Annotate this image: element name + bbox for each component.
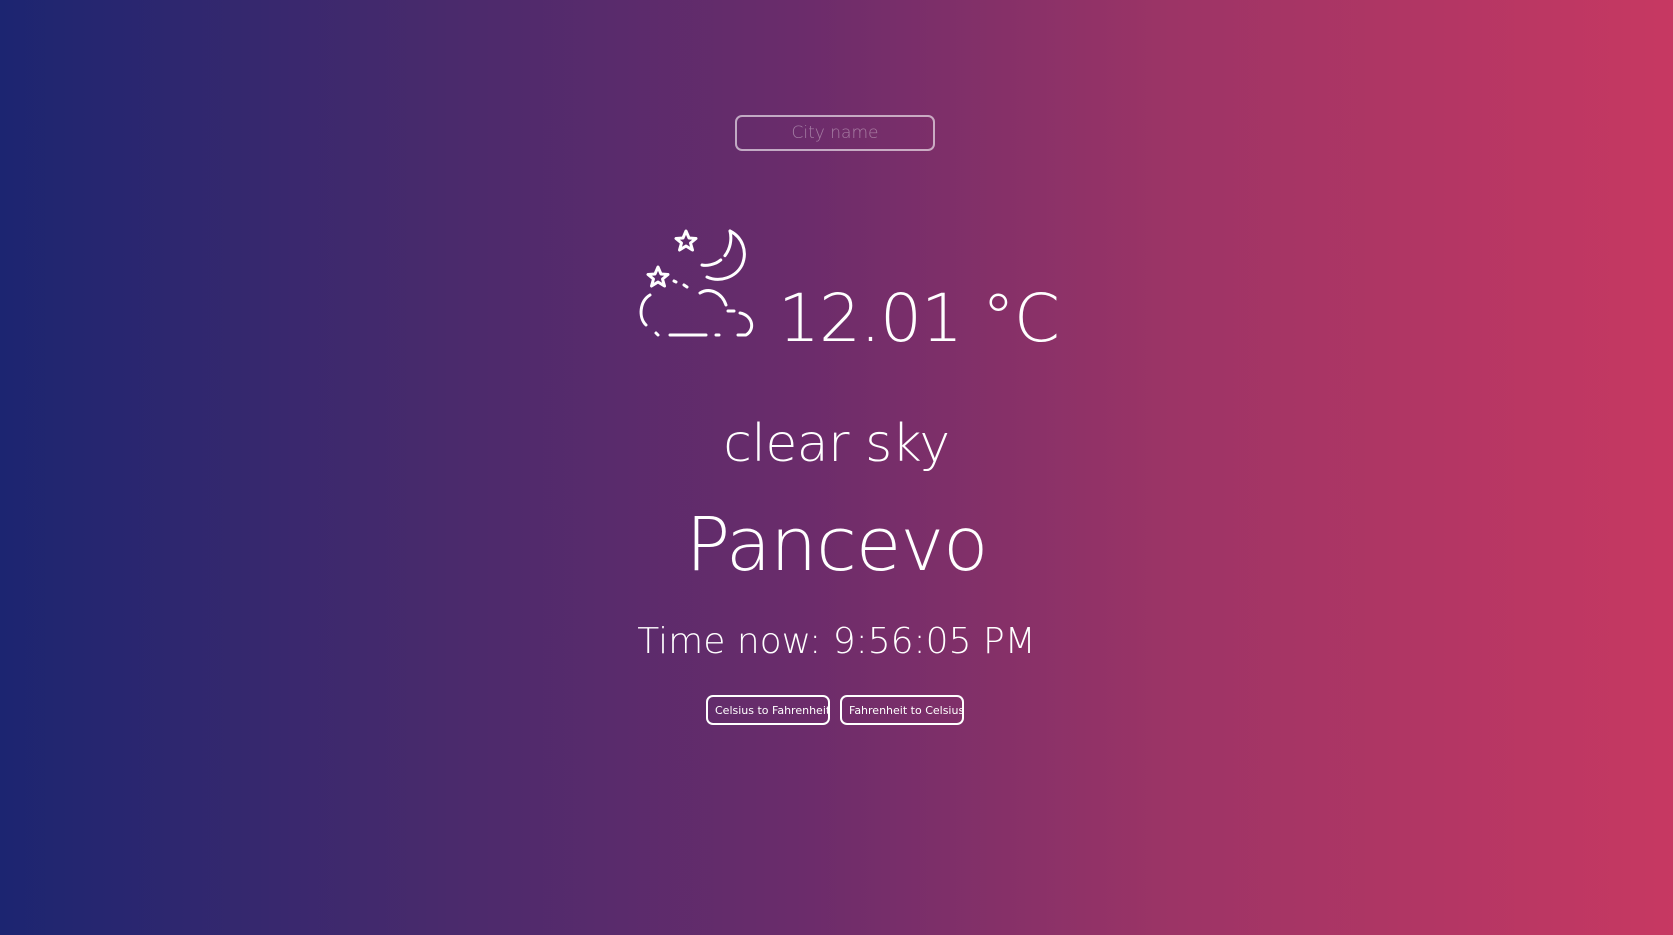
temperature-value: 12.01 °C <box>778 280 1060 357</box>
weather-description: clear sky <box>723 414 950 474</box>
city-name-heading: Pancevo <box>685 502 989 588</box>
fahrenheit-to-celsius-button[interactable]: Fahrenheit to Celsius <box>840 695 964 725</box>
night-clear-moon-stars-cloud-icon <box>639 229 754 337</box>
search-container <box>735 115 935 151</box>
city-name-input[interactable] <box>735 115 935 151</box>
celsius-to-fahrenheit-button[interactable]: Celsius to Fahrenheit <box>706 695 830 725</box>
current-time: Time now: 9:56:05 PM <box>637 621 1036 662</box>
weather-summary: 12.01 °C <box>636 225 1066 365</box>
conversion-buttons: Celsius to Fahrenheit Fahrenheit to Cels… <box>706 695 964 725</box>
